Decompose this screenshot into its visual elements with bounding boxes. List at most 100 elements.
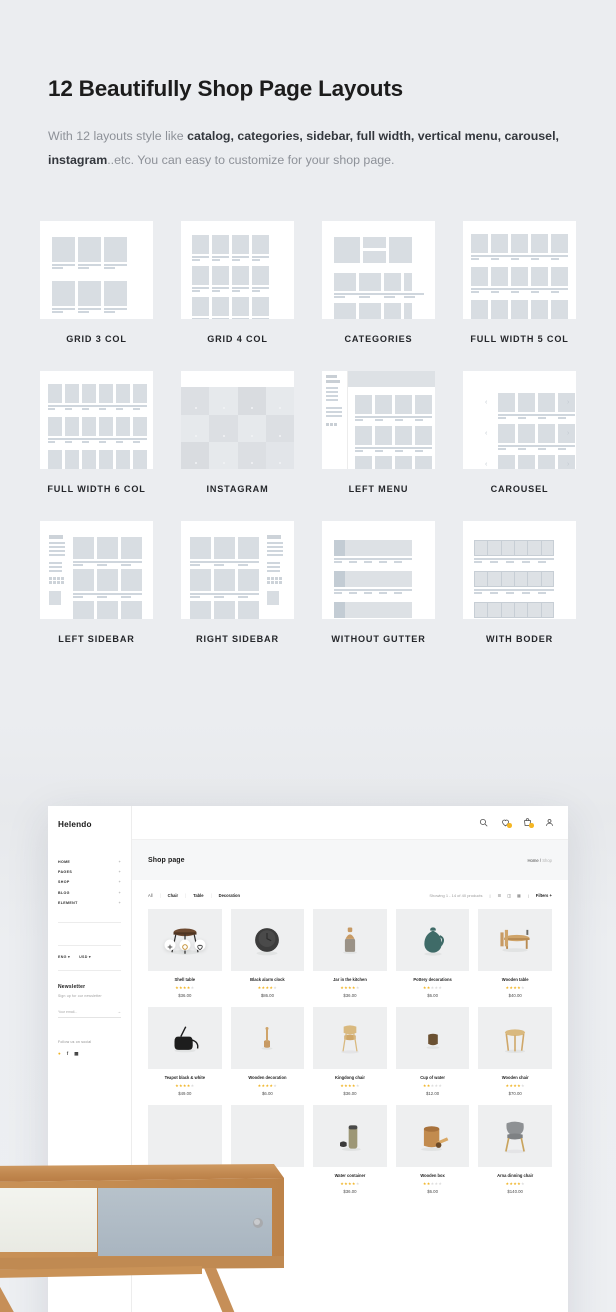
breadcrumb-separator: / <box>539 857 542 863</box>
product-card[interactable]: Pottery decorations ★★★★★ $6.00 <box>395 909 470 998</box>
sidebar-item-pages[interactable]: PAGES + <box>58 867 121 877</box>
layout-thumbnail-full5[interactable] <box>463 221 576 320</box>
layout-thumbnail-grid3[interactable] <box>40 221 153 320</box>
wishlist-icon[interactable] <box>194 939 206 951</box>
product-card[interactable]: Wooden box ★★★★★ $6.00 <box>395 1105 470 1194</box>
sidebar-item-element[interactable]: ELEMENT + <box>58 898 121 908</box>
chevron-icon: + <box>118 890 121 895</box>
product-image[interactable] <box>148 909 222 971</box>
instagram-icon[interactable]: ▦ <box>74 1051 78 1057</box>
sidebar-item-blog[interactable]: BLOG + <box>58 888 121 898</box>
product-card[interactable]: Wooden table ★★★★★ $40.00 <box>478 909 552 998</box>
layout-thumbnail-nogutter[interactable] <box>322 521 435 620</box>
cart-icon[interactable] <box>523 818 534 828</box>
layout-label: FULL WIDTH 6 COL <box>47 484 146 495</box>
product-image[interactable] <box>478 909 552 971</box>
layout-card-border[interactable]: WITH BODER <box>463 521 576 644</box>
product-image[interactable] <box>478 1007 552 1069</box>
intro-section: 12 Beautifully Shop Page Layouts With 12… <box>0 0 616 172</box>
layout-thumbnail-leftmenu[interactable] <box>322 371 435 470</box>
category-filter-all[interactable]: All <box>148 893 153 898</box>
product-image[interactable] <box>230 1007 305 1069</box>
product-image[interactable] <box>313 1007 387 1069</box>
product-image[interactable] <box>395 1007 470 1069</box>
divider <box>58 969 121 971</box>
filters-label: Filters <box>535 893 549 898</box>
product-card[interactable]: Arna dinning chair ★★★★★ $140.00 <box>478 1105 552 1194</box>
layout-card-rightsidebar[interactable]: RIGHT SIDEBAR <box>181 521 294 644</box>
chevron-icon: + <box>118 860 121 865</box>
layout-card-grid4[interactable]: GRID 4 COL <box>181 221 294 344</box>
list-view-icon[interactable]: ☰ <box>498 893 502 898</box>
layout-thumbnail-leftsidebar[interactable] <box>40 521 153 620</box>
currency-select[interactable]: USD ▾ <box>79 955 91 959</box>
product-image[interactable] <box>148 1007 222 1069</box>
search-icon[interactable] <box>479 818 488 827</box>
layout-card-full5[interactable]: FULL WIDTH 5 COL <box>463 221 576 344</box>
layout-label: CAROUSEL <box>490 484 549 495</box>
product-hover-actions[interactable] <box>164 939 206 951</box>
filters-arrow-icon: + <box>549 893 552 898</box>
layout-thumbnail-border[interactable] <box>463 521 576 620</box>
layout-thumbnail-instagram[interactable] <box>181 371 294 470</box>
product-image[interactable] <box>395 909 470 971</box>
product-image[interactable] <box>395 1105 470 1167</box>
layout-thumbnail-rightsidebar[interactable] <box>181 521 294 620</box>
sidebar-item-label: BLOG <box>58 890 70 895</box>
page-hero: Shop page Home / Shop <box>132 840 568 880</box>
add-to-cart-icon[interactable] <box>164 939 176 951</box>
layout-thumbnail-grid4[interactable] <box>181 221 294 320</box>
product-card[interactable]: Kingdong chair ★★★★★ $36.00 <box>313 1007 387 1096</box>
layout-card-leftsidebar[interactable]: LEFT SIDEBAR <box>40 521 153 644</box>
sidebar-item-shop[interactable]: SHOP + <box>58 877 121 887</box>
layout-card-carousel[interactable]: ‹ › ‹ › ‹ › CAROUSEL <box>463 371 576 494</box>
layout-thumbnail-full6[interactable] <box>40 371 153 470</box>
product-card[interactable]: Wooden decoration ★★★★★ $6.00 <box>230 1007 305 1096</box>
category-filter-table[interactable]: Table <box>193 893 203 898</box>
product-card[interactable]: Jar in the kitchen ★★★★★ $36.00 <box>313 909 387 998</box>
grid-2-view-icon[interactable]: ◫ <box>507 893 511 898</box>
email-input[interactable]: Your email... <box>58 1010 77 1014</box>
layout-card-leftmenu[interactable]: LEFT MENU <box>322 371 435 494</box>
product-price: $6.00 <box>262 1091 273 1096</box>
product-image[interactable] <box>478 1105 552 1167</box>
product-card[interactable]: Black alarm clock ★★★★★ $86.00 <box>230 909 305 998</box>
product-image[interactable] <box>313 909 387 971</box>
twitter-icon[interactable]: ● <box>58 1051 61 1056</box>
breadcrumb-current: Shop <box>542 857 552 863</box>
layout-card-categories[interactable]: CATEGORIES <box>322 221 435 344</box>
sidebar-item-label: PAGES <box>58 870 73 875</box>
product-card[interactable]: Teapot black & white ★★★★★ $49.00 <box>148 1007 222 1096</box>
product-card[interactable]: Water container ★★★★★ $36.00 <box>313 1105 387 1194</box>
quick-view-icon[interactable] <box>179 939 191 951</box>
layout-card-nogutter[interactable]: WITHOUT GUTTER <box>322 521 435 644</box>
filters-button[interactable]: Filters + <box>536 893 552 898</box>
facebook-icon[interactable]: f <box>67 1051 69 1056</box>
product-rating: ★★★★★ <box>505 985 525 990</box>
breadcrumb-home[interactable]: Home <box>528 858 539 863</box>
category-filter-chair[interactable]: Chair <box>168 893 178 898</box>
layout-card-grid3[interactable]: GRID 3 COL <box>40 221 153 344</box>
language-select[interactable]: ENG ▾ <box>58 955 70 959</box>
product-rating: ★★★★★ <box>257 1083 278 1088</box>
product-rating: ★★★★★ <box>422 985 443 990</box>
grid-4-view-icon[interactable]: ▦ <box>517 893 521 898</box>
newsletter-form[interactable]: Your email... → <box>58 1009 121 1018</box>
product-name: Water container <box>334 1173 366 1178</box>
product-price: $36.00 <box>178 993 192 998</box>
product-card[interactable]: Cup of water ★★★★★ $12.00 <box>395 1007 470 1096</box>
layout-thumbnail-carousel[interactable]: ‹ › ‹ › ‹ › <box>463 371 576 470</box>
sidebar-item-home[interactable]: HOME + <box>58 857 121 867</box>
product-image[interactable] <box>230 909 305 971</box>
product-card[interactable]: Shell table ★★★★★ $36.00 <box>148 909 222 998</box>
layout-card-instagram[interactable]: INSTAGRAM <box>181 371 294 494</box>
submit-arrow-icon[interactable]: → <box>117 1009 121 1014</box>
layout-card-full6[interactable]: FULL WIDTH 6 COL <box>40 371 153 494</box>
wishlist-icon[interactable] <box>501 818 512 828</box>
layout-thumbnail-categories[interactable] <box>322 221 435 320</box>
category-filter-decoration[interactable]: Decoration <box>219 893 240 898</box>
product-image[interactable] <box>313 1105 387 1167</box>
product-card[interactable]: Wooden chair ★★★★★ $70.00 <box>478 1007 552 1096</box>
view-switcher: ☰ ◫ ▦ <box>498 893 521 898</box>
account-icon[interactable] <box>545 818 554 827</box>
